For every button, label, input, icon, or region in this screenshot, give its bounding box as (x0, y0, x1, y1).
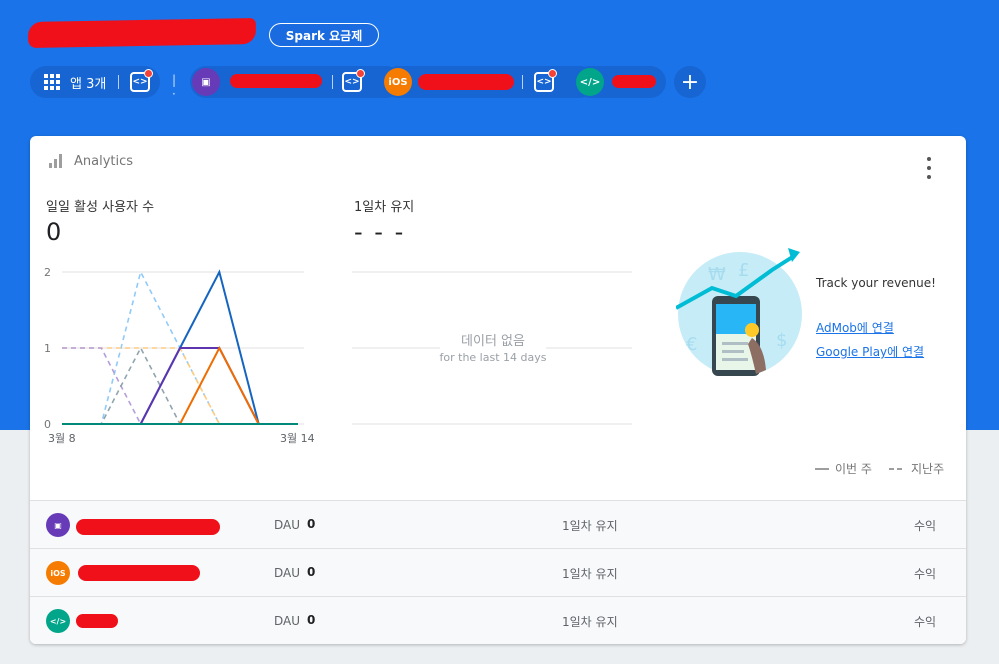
row-dau-value: 0 (307, 517, 316, 531)
apps-grid-icon (44, 74, 60, 90)
row-retention: 1일차 유지 (562, 519, 618, 533)
app-row-web[interactable]: </> DAU 0 1일차 유지 수익 (30, 596, 966, 644)
row-dau-value: 0 (307, 613, 316, 627)
series-line (62, 347, 298, 425)
retention-label: 1일차 유지 (354, 200, 415, 215)
no-data-title: 데이터 없음 (440, 330, 546, 349)
svg-text:€: € (686, 334, 697, 355)
revenue-illustration: ₩ £ € $ (676, 248, 802, 376)
ios-app-code-icon[interactable]: <> (534, 69, 557, 92)
dau-value: 0 (46, 218, 62, 246)
dau-label: 일일 활성 사용자 수 (46, 200, 155, 215)
android-app-code-icon[interactable]: <> (342, 69, 365, 92)
row-dau-label: DAU (274, 614, 301, 628)
code-icon: </> (576, 68, 604, 96)
svg-text:₩: ₩ (708, 264, 726, 285)
ios-icon: iOS (384, 68, 412, 96)
ios-app-chip[interactable]: iOS <> (382, 66, 596, 98)
analytics-bars-icon (49, 154, 62, 168)
redacted-app-name (78, 565, 200, 581)
redacted-app-name (418, 74, 514, 90)
row-dau-label: DAU (274, 518, 301, 532)
android-app-chip[interactable]: ▣ <> (190, 66, 402, 98)
redacted-app-name (230, 74, 322, 88)
app-row-ios[interactable]: iOS DAU 0 1일차 유지 수익 (30, 548, 966, 596)
redacted-project-name (27, 18, 257, 48)
apps-count-label: 앱 3개 (70, 77, 107, 92)
x-tick-label: 3월 8 (48, 432, 76, 445)
plan-badge[interactable]: Spark 요금제 (269, 23, 379, 47)
admob-link[interactable]: AdMob에 연결 (816, 319, 894, 336)
y-tick-label: 0 (44, 418, 51, 431)
svg-text:£: £ (738, 260, 749, 281)
row-retention: 1일차 유지 (562, 615, 618, 629)
android-icon: ▣ (46, 513, 70, 537)
row-dau-value: 0 (307, 565, 316, 579)
app-row-android[interactable]: ▣ DAU 0 1일차 유지 수익 (30, 500, 966, 548)
google-play-link[interactable]: Google Play에 연결 (816, 343, 924, 360)
app-settings-icon[interactable]: <> (130, 69, 153, 92)
row-dau-label: DAU (274, 566, 301, 580)
project-name[interactable] (27, 18, 258, 48)
y-tick-label: 1 (44, 342, 51, 355)
divider-icon: |· (172, 73, 177, 101)
add-app-button[interactable]: + (674, 66, 706, 98)
retention-value: - - - (354, 218, 406, 246)
series-line (62, 347, 298, 425)
legend-last-week: 지난주 (889, 460, 944, 477)
x-tick-label: 3월 14 (280, 432, 315, 445)
series-line (62, 345, 298, 425)
apps-chip[interactable]: 앱 3개 <> (30, 66, 160, 98)
row-revenue: 수익 (914, 519, 937, 533)
svg-text:$: $ (776, 330, 787, 351)
promo-headline: Track your revenue! (816, 276, 936, 290)
more-menu-icon[interactable] (921, 157, 937, 179)
web-app-chip[interactable]: </> (574, 66, 666, 98)
ios-icon: iOS (46, 561, 70, 585)
y-tick-label: 2 (44, 266, 51, 279)
series-line (62, 347, 298, 425)
row-retention: 1일차 유지 (562, 567, 618, 581)
row-revenue: 수익 (914, 567, 937, 581)
analytics-title: Analytics (74, 154, 134, 169)
redacted-app-name (612, 75, 656, 88)
row-revenue: 수익 (914, 615, 937, 629)
code-icon: </> (46, 609, 70, 633)
no-data-subtitle: for the last 14 days (430, 351, 556, 364)
series-line (62, 346, 298, 425)
redacted-app-name (76, 614, 118, 628)
dau-chart: 0 1 2 3월 8 3월 14 (44, 266, 315, 445)
legend-this-week: 이번 주 (815, 460, 872, 477)
android-icon: ▣ (192, 68, 220, 96)
redacted-app-name (76, 519, 220, 535)
